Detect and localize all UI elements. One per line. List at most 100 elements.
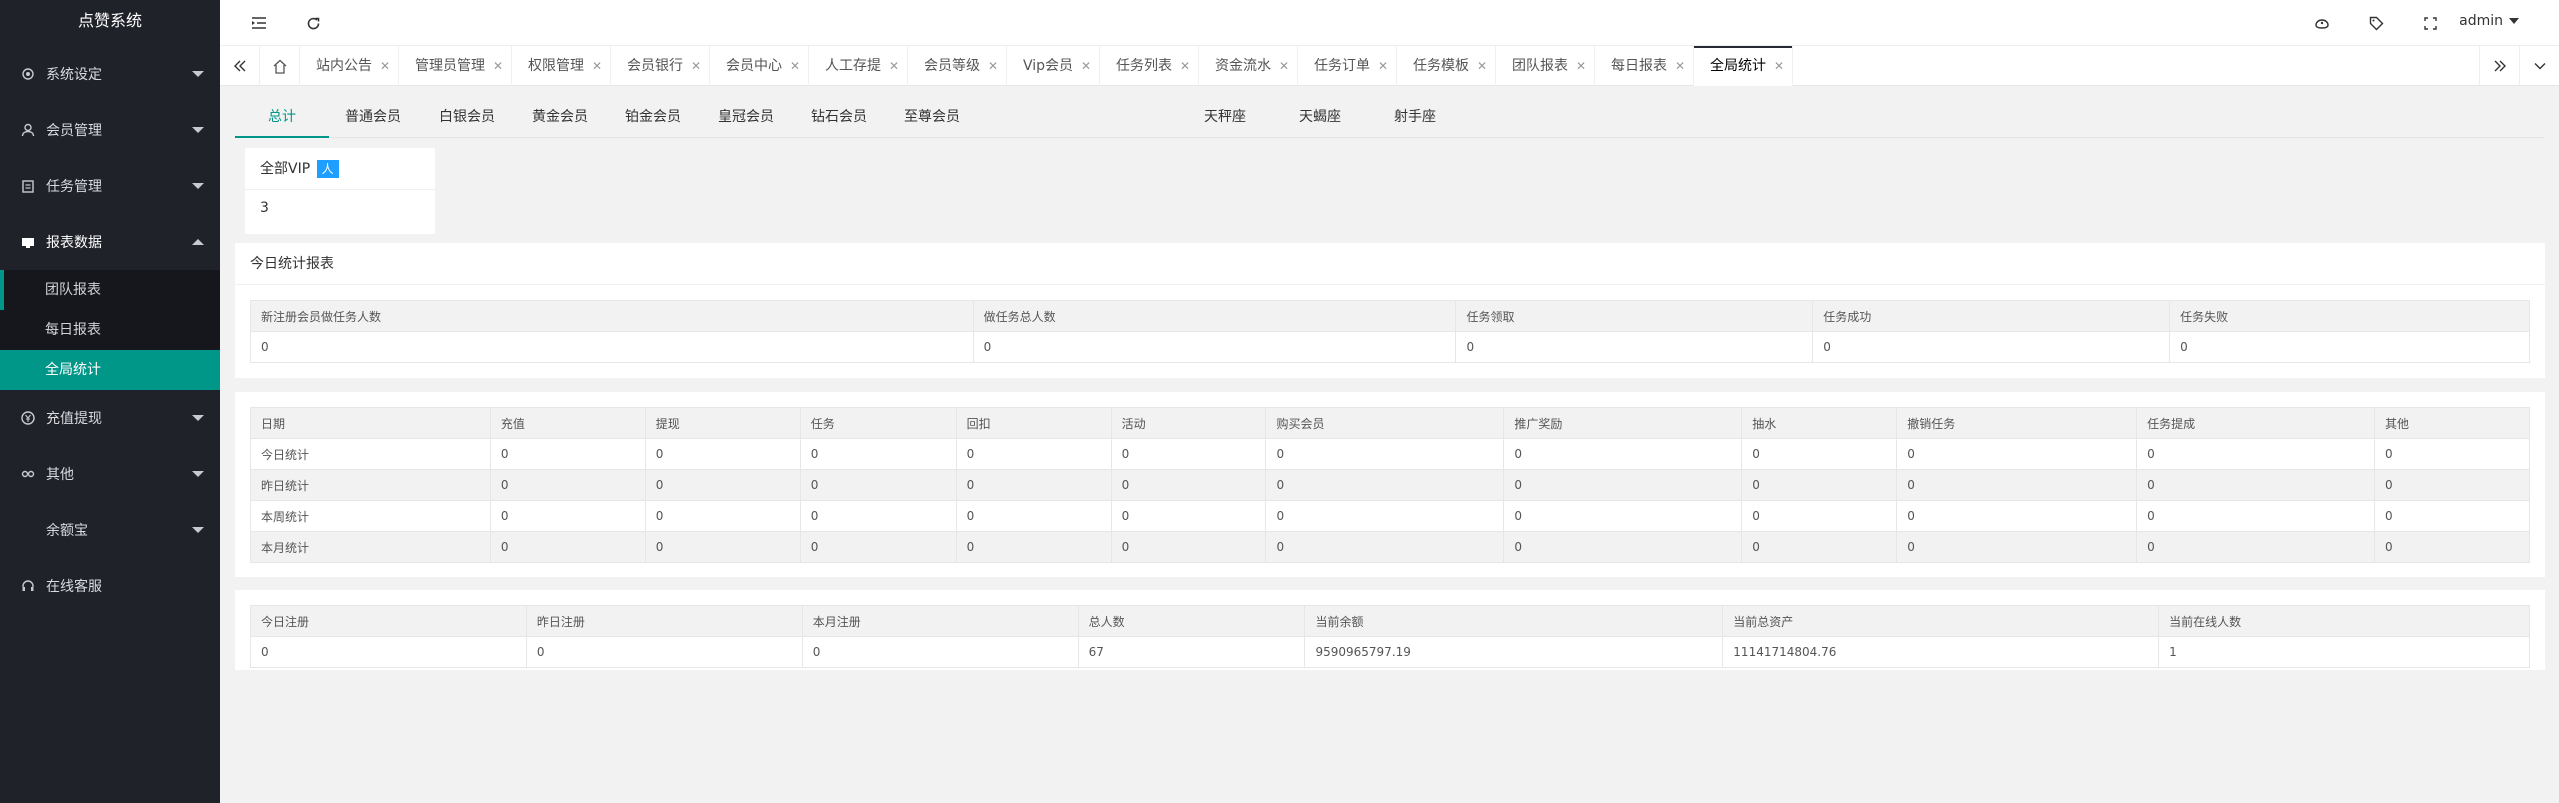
table-cell: 0: [489, 531, 646, 563]
table-cell: 0: [1896, 438, 2138, 470]
home-icon: [273, 59, 286, 74]
table-cell: 0: [1896, 531, 2138, 563]
tab-admin-management[interactable]: 管理员管理 ✕: [399, 46, 512, 86]
table-header-cell: 新注册会员做任务人数: [250, 300, 974, 332]
table-cell: 11141714804.76: [1722, 636, 2160, 668]
close-icon[interactable]: ✕: [988, 46, 998, 86]
menu-toggle-icon[interactable]: [248, 12, 270, 34]
tab-member-center[interactable]: 会员中心 ✕: [710, 46, 809, 86]
summary-panel: 今日注册 昨日注册 本月注册 总人数 当前余额 当前总资产 当前在线人数 0 0…: [235, 590, 2545, 670]
close-icon[interactable]: ✕: [1774, 46, 1784, 86]
tab-daily-report[interactable]: 每日报表 ✕: [1595, 46, 1695, 86]
subtab-total[interactable]: 总计: [235, 98, 329, 138]
close-icon[interactable]: ✕: [1279, 46, 1289, 86]
chevron-down-icon: [192, 127, 204, 133]
subtab-sagittarius[interactable]: 射手座: [1385, 98, 1445, 138]
table-cell: 9590965797.19: [1304, 636, 1724, 668]
close-icon[interactable]: ✕: [790, 46, 800, 86]
close-icon[interactable]: ✕: [1675, 46, 1685, 86]
close-icon[interactable]: ✕: [1081, 46, 1091, 86]
table-cell: 0: [1455, 331, 1814, 363]
sidebar-item-other[interactable]: 其他: [0, 446, 220, 502]
sidebar-item-online-service[interactable]: 在线客服: [0, 558, 220, 614]
table-cell: 0: [1110, 438, 1267, 470]
close-icon[interactable]: ✕: [1477, 46, 1487, 86]
tab-global-stats[interactable]: 全局统计 ✕: [1694, 46, 1794, 86]
table-header-cell: 活动: [1110, 407, 1267, 439]
table-cell: 0: [801, 636, 1079, 668]
sidebar-item-system-settings[interactable]: 系统设定: [0, 46, 220, 102]
table-header-cell: 回扣: [955, 407, 1112, 439]
table-header-cell: 抽水: [1741, 407, 1898, 439]
subtab-supreme-member[interactable]: 至尊会员: [897, 98, 967, 138]
table-cell: 昨日统计: [250, 469, 491, 501]
tab-fund-flow[interactable]: 资金流水 ✕: [1199, 46, 1299, 86]
table-cell: 0: [1741, 531, 1898, 563]
close-icon[interactable]: ✕: [493, 46, 503, 86]
table-header-cell: 任务成功: [1812, 300, 2171, 332]
tag-icon[interactable]: [2365, 12, 2387, 34]
close-icon[interactable]: ✕: [1378, 46, 1388, 86]
table-cell: 0: [2373, 469, 2531, 501]
tab-list: 站内公告 ✕ 管理员管理 ✕ 权限管理 ✕ 会员银行 ✕ 会员中心 ✕ 人工存提 ✕ 会员等…: [260, 46, 2479, 86]
tab-member-bank[interactable]: 会员银行 ✕: [611, 46, 710, 86]
tab-site-notice[interactable]: 站内公告 ✕: [300, 46, 399, 86]
table-cell: 0: [2136, 500, 2375, 532]
tab-task-list[interactable]: 任务列表 ✕: [1100, 46, 1200, 86]
tab-team-report[interactable]: 团队报表 ✕: [1496, 46, 1596, 86]
table-cell: 0: [2373, 438, 2531, 470]
sidebar-subitem-team-report[interactable]: 团队报表: [0, 270, 220, 310]
tab-task-orders[interactable]: 任务订单 ✕: [1298, 46, 1398, 86]
close-icon[interactable]: ✕: [380, 46, 390, 86]
tabs-menu-chevron-down-icon[interactable]: [2519, 46, 2559, 86]
subtab-crown-member[interactable]: 皇冠会员: [711, 98, 781, 138]
fullscreen-icon[interactable]: [2419, 12, 2441, 34]
table-cell: 0: [1896, 500, 2138, 532]
chevron-down-icon: [192, 471, 204, 477]
table-row: 本周统计 0 0 0 0 0 0 0 0 0 0 0: [250, 500, 2531, 532]
tab-task-templates[interactable]: 任务模板 ✕: [1397, 46, 1497, 86]
sidebar-subitem-daily-report[interactable]: 每日报表: [0, 310, 220, 350]
subtab-scorpio[interactable]: 天蝎座: [1290, 98, 1350, 138]
subtab-libra[interactable]: 天秤座: [1195, 98, 1255, 138]
close-icon[interactable]: ✕: [691, 46, 701, 86]
table-cell: 0: [2169, 331, 2530, 363]
sidebar-item-recharge-withdraw[interactable]: 充值提现: [0, 390, 220, 446]
close-icon[interactable]: ✕: [592, 46, 602, 86]
table-cell: 0: [644, 531, 801, 563]
close-icon[interactable]: ✕: [1180, 46, 1190, 86]
sidebar-subitem-global-stats[interactable]: 全局统计: [0, 350, 220, 390]
headset-icon: [20, 578, 36, 594]
tab-permission-management[interactable]: 权限管理 ✕: [512, 46, 611, 86]
tab-home[interactable]: [260, 46, 300, 86]
theme-icon[interactable]: [2311, 12, 2333, 34]
tab-vip-member[interactable]: Vip会员 ✕: [1007, 46, 1101, 86]
table-header-cell: 当前在线人数: [2158, 605, 2530, 637]
caret-down-icon: [2509, 18, 2519, 24]
table-header-cell: 购买会员: [1265, 407, 1505, 439]
sidebar-item-report-data[interactable]: 报表数据: [0, 214, 220, 270]
table-header-cell: 总人数: [1077, 605, 1306, 637]
user-menu[interactable]: admin: [2459, 13, 2519, 29]
close-icon[interactable]: ✕: [1576, 46, 1586, 86]
link-icon: [20, 466, 36, 482]
tabs-scroll-right-icon[interactable]: [2479, 46, 2519, 86]
sidebar-item-yuebao[interactable]: 余额宝: [0, 502, 220, 558]
subtab-gold-member[interactable]: 黄金会员: [525, 98, 595, 138]
table-header-cell: 任务: [799, 407, 957, 439]
tab-member-level[interactable]: 会员等级 ✕: [908, 46, 1007, 86]
subtab-silver-member[interactable]: 白银会员: [432, 98, 502, 138]
subtab-platinum-member[interactable]: 铂金会员: [618, 98, 688, 138]
chart-icon: [20, 234, 36, 250]
table-header-cell: 其他: [2373, 407, 2531, 439]
sidebar-item-task-management[interactable]: 任务管理: [0, 158, 220, 214]
sidebar-item-member-management[interactable]: 会员管理: [0, 102, 220, 158]
table-cell: 0: [955, 438, 1112, 470]
refresh-icon[interactable]: [302, 12, 324, 34]
subtab-diamond-member[interactable]: 钻石会员: [804, 98, 874, 138]
chevron-down-icon: [192, 527, 204, 533]
tab-manual-deposit[interactable]: 人工存提 ✕: [809, 46, 908, 86]
subtab-normal-member[interactable]: 普通会员: [338, 98, 408, 138]
tabs-scroll-left-icon[interactable]: [220, 46, 260, 86]
close-icon[interactable]: ✕: [889, 46, 899, 86]
